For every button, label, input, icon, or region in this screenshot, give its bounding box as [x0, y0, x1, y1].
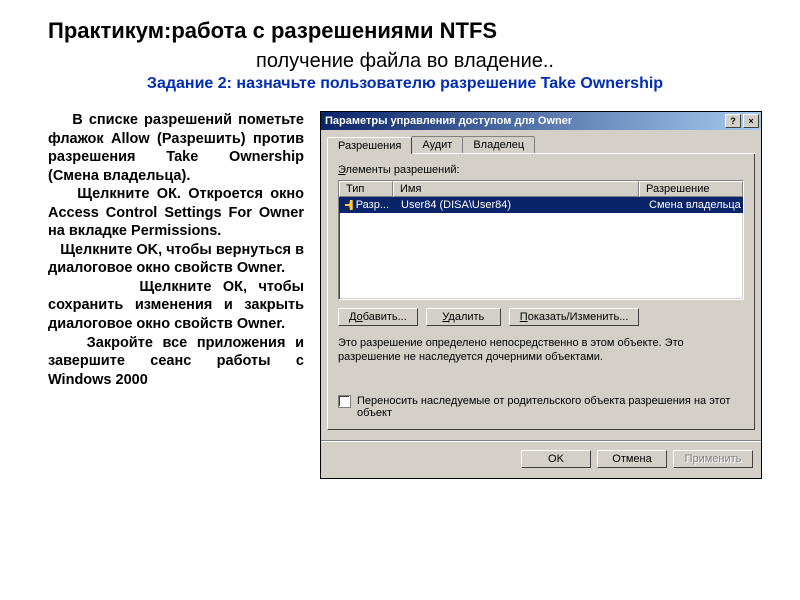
list-label: Элементы разрешений:: [338, 164, 744, 176]
apply-button[interactable]: Применить: [673, 450, 753, 468]
close-button[interactable]: ×: [743, 114, 759, 128]
instruction-text: В списке разрешений пометьте флажок Allo…: [48, 111, 304, 479]
titlebar[interactable]: Параметры управления доступом для Owner …: [321, 112, 761, 130]
permission-list[interactable]: Тип Имя Разрешение Разр... User84 (DISA\…: [338, 180, 744, 300]
inherit-checkbox-label: Переносить наследуемые от родительского …: [357, 395, 744, 419]
slide-title: Практикум:работа с разрешениями NTFS: [48, 18, 762, 44]
key-icon: [345, 200, 353, 210]
tab-audit[interactable]: Аудит: [411, 136, 463, 153]
column-type[interactable]: Тип: [339, 181, 393, 197]
separator: [321, 440, 761, 442]
row-name: User84 (DISA\User84): [395, 199, 643, 211]
row-type: Разр...: [356, 199, 389, 211]
slide-subtitle: получение файла во владение..: [48, 50, 762, 73]
help-button[interactable]: ?: [725, 114, 741, 128]
row-permission: Смена владельца: [643, 199, 743, 211]
permission-row[interactable]: Разр... User84 (DISA\User84) Смена владе…: [339, 197, 743, 213]
tab-permissions[interactable]: Разрешения: [327, 137, 412, 154]
remove-button[interactable]: Удалить: [426, 308, 501, 326]
tab-owner[interactable]: Владелец: [462, 136, 535, 153]
inheritance-note: Это разрешение определено непосредственн…: [338, 336, 744, 365]
slide-task: Задание 2: назначьте пользователю разреш…: [48, 75, 762, 93]
inherit-checkbox[interactable]: [338, 395, 351, 408]
dialog-title: Параметры управления доступом для Owner: [325, 115, 723, 127]
cancel-button[interactable]: Отмена: [597, 450, 667, 468]
column-name[interactable]: Имя: [393, 181, 639, 197]
tab-strip: Разрешения Аудит Владелец: [327, 136, 755, 154]
column-permission[interactable]: Разрешение: [639, 181, 743, 197]
acl-dialog: Параметры управления доступом для Owner …: [320, 111, 762, 479]
ok-button[interactable]: OK: [521, 450, 591, 468]
add-button[interactable]: Добавить...: [338, 308, 418, 326]
view-edit-button[interactable]: Показать/Изменить...: [509, 308, 640, 326]
